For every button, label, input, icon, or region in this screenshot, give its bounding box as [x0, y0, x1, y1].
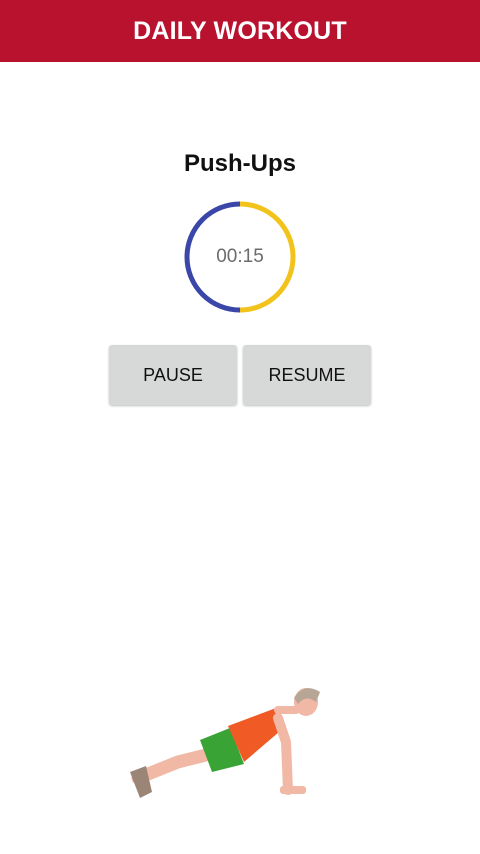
- push-up-figure-icon: [130, 688, 320, 798]
- resume-button[interactable]: RESUME: [243, 345, 371, 405]
- app-title: DAILY WORKOUT: [133, 16, 347, 45]
- countdown-timer: 00:15: [183, 200, 297, 314]
- exercise-title: Push-Ups: [183, 150, 296, 177]
- pause-button[interactable]: PAUSE: [109, 345, 237, 405]
- app-bar: DAILY WORKOUT: [0, 0, 480, 62]
- timer-text: 00:15: [216, 246, 264, 267]
- exercise-illustration: [118, 680, 338, 810]
